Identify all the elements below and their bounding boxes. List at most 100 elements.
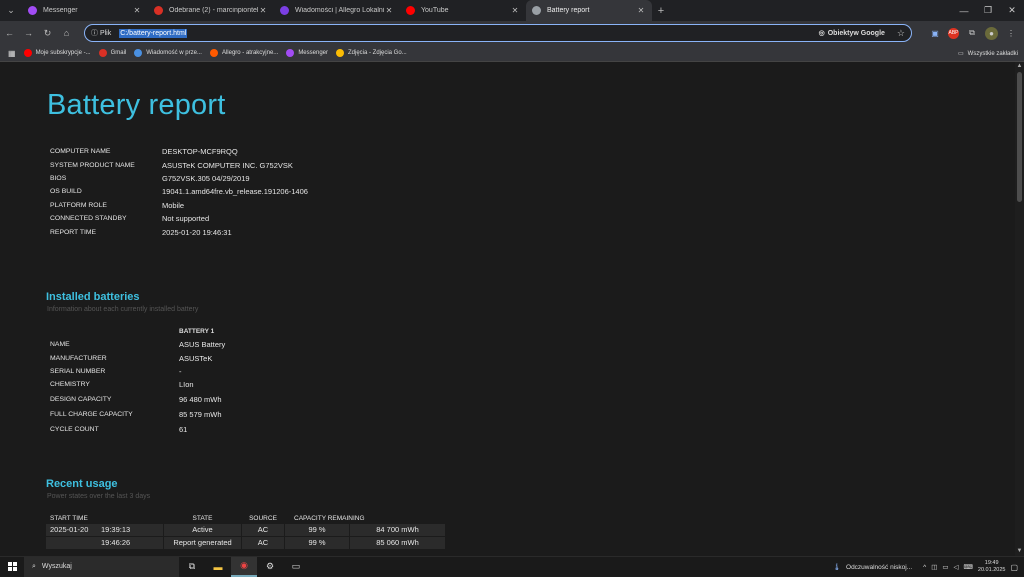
tab-4[interactable]: Battery report ✕: [526, 0, 652, 21]
youtube-icon: [23, 49, 32, 57]
forward-arrow-icon[interactable]: →: [19, 21, 38, 45]
bookmark-label: Zdjęcia - Zdjęcia Go...: [348, 50, 407, 56]
scrollbar-thumb[interactable]: [1017, 72, 1022, 202]
battery-icon[interactable]: ▭: [942, 563, 948, 571]
tab-strip: ⌄ Messenger ✕ Odebrane (2) - marcinpiontek…: [0, 0, 1024, 21]
tab-close-icon[interactable]: ✕: [510, 6, 520, 15]
tab-close-icon[interactable]: ✕: [636, 6, 646, 15]
system-info-value: 2025-01-20 19:46:31: [162, 227, 232, 237]
minimize-icon[interactable]: —: [952, 0, 976, 21]
usage-header-row: START TIME STATE SOURCE CAPACITY REMAINI…: [46, 512, 446, 524]
system-info-value: ASUSTeK COMPUTER INC. G752VSK: [162, 160, 293, 170]
weather-label[interactable]: Odczuwalność niskoj...: [846, 564, 912, 571]
tab-0[interactable]: Messenger ✕: [22, 0, 148, 21]
system-info-key: SYSTEM PRODUCT NAME: [50, 161, 135, 169]
settings-gear-icon[interactable]: ⚙: [257, 557, 283, 577]
bookmark-1[interactable]: Gmail: [98, 49, 127, 57]
task-view-icon[interactable]: ⧉: [179, 557, 205, 577]
battery-row: FULL CHARGE CAPACITY 85 579 mWh: [50, 407, 225, 423]
bookmark-0[interactable]: Moje subskrypcje -...: [23, 49, 91, 57]
bookmark-5[interactable]: Zdjęcia - Zdjęcia Go...: [336, 49, 407, 57]
clock-date: 20.01.2025: [977, 567, 1006, 573]
usage-percent: 99 %: [285, 524, 349, 536]
clock[interactable]: 19:49 20.01.2025: [978, 560, 1006, 574]
translate-icon[interactable]: ▣: [926, 24, 944, 42]
home-icon[interactable]: ⌂: [57, 21, 76, 45]
battery-value: 61: [179, 424, 188, 434]
restore-icon[interactable]: ❐: [976, 0, 1000, 21]
chat-icon: [134, 49, 143, 57]
google-lens-button[interactable]: ◎ Obiektyw Google: [819, 29, 885, 38]
windows-start-icon[interactable]: [0, 557, 24, 577]
gmail-icon: [98, 49, 107, 57]
battery-key: CHEMISTRY: [50, 381, 90, 389]
bookmark-4[interactable]: Messenger: [286, 49, 328, 57]
battery-row: NAME ASUS Battery: [50, 338, 225, 351]
system-info-key: BIOS: [50, 174, 67, 182]
scroll-up-icon[interactable]: ▲: [1015, 62, 1024, 71]
battery-row: CHEMISTRY LIon: [50, 378, 225, 391]
new-tab-button[interactable]: +: [652, 5, 670, 17]
bookmark-2[interactable]: Wiadomość w prze...: [134, 49, 202, 57]
tab-3[interactable]: YouTube ✕: [400, 0, 526, 21]
bookmark-3[interactable]: Allegro - atrakcyjne...: [209, 49, 278, 57]
photos-icon: [336, 49, 344, 57]
bookmark-star-icon[interactable]: ☆: [897, 28, 905, 39]
profile-avatar[interactable]: ●: [985, 26, 998, 40]
file-explorer-icon[interactable]: ▬: [205, 557, 231, 577]
usage-header-capacity: CAPACITY REMAINING: [294, 514, 365, 522]
tab-title: Odebrane (2) - marcinpionteklq: [169, 7, 258, 14]
back-arrow-icon[interactable]: ←: [0, 21, 19, 45]
notifications-icon[interactable]: ▢: [1010, 563, 1018, 572]
tab-1[interactable]: Odebrane (2) - marcinpionteklq ✕: [148, 0, 274, 21]
battery-row: DESIGN CAPACITY 96 480 mWh: [50, 392, 225, 408]
taskbar-search[interactable]: ⌕ Wyszukaj: [24, 556, 179, 577]
system-info-row: OS BUILD 19041.1.amd64fre.vb_release.1912…: [50, 185, 308, 198]
usage-mwh: 84 700 mWh: [350, 524, 445, 536]
apps-grid-icon[interactable]: ▦: [8, 49, 16, 58]
all-bookmarks-button[interactable]: ▭ Wszystkie zakładki: [958, 45, 1018, 62]
battery-value: LIon: [179, 380, 194, 390]
extensions-puzzle-icon[interactable]: ⧉: [963, 24, 981, 42]
url-text[interactable]: C:/battery-report.html: [119, 28, 188, 38]
tab-2[interactable]: Wiadomości | Allegro Lokalnie ✕: [274, 0, 400, 21]
usage-percent: 99 %: [285, 537, 349, 549]
tab-close-icon[interactable]: ✕: [132, 6, 142, 15]
close-window-icon[interactable]: ✕: [1000, 0, 1024, 21]
site-info-chip[interactable]: ⓘ Plik: [91, 28, 111, 38]
page-viewport: Battery report COMPUTER NAME DESKTOP-MCF9…: [0, 62, 1015, 556]
chrome-taskbar-icon[interactable]: ◉: [231, 556, 257, 577]
scroll-down-icon[interactable]: ▼: [1015, 547, 1024, 556]
battery-key: FULL CHARGE CAPACITY: [50, 411, 133, 419]
usage-mwh: 85 060 mWh: [350, 537, 445, 549]
battery-value: 96 480 mWh: [179, 394, 222, 404]
bookmark-label: Gmail: [110, 50, 127, 56]
tab-close-icon[interactable]: ✕: [258, 6, 268, 15]
usage-source: AC: [242, 524, 284, 536]
tab-search-chevron-icon[interactable]: ⌄: [0, 0, 22, 21]
speaker-icon[interactable]: ◁: [954, 563, 959, 571]
bookmark-label: Messenger: [298, 50, 328, 56]
reload-icon[interactable]: ↻: [38, 21, 57, 45]
chrome-menu-icon[interactable]: ⋮: [1002, 24, 1020, 42]
usage-time: 19:39:13: [101, 525, 131, 534]
battery-row: MANUFACTURER ASUSTeK: [50, 351, 225, 364]
page-scrollbar[interactable]: ▲ ▼: [1015, 62, 1024, 556]
tab-close-icon[interactable]: ✕: [384, 6, 394, 15]
usage-row: 2025-01-20 19:39:13 Active AC 99 % 84 700 mWh: [46, 524, 446, 537]
toolbar-extensions: ▣ ABP ⧉ ● ⋮: [926, 21, 1020, 45]
terminal-icon[interactable]: ▭: [283, 557, 309, 577]
globe-icon: [532, 6, 541, 15]
network-icon[interactable]: ◫: [931, 563, 937, 571]
messenger-icon: [286, 49, 295, 57]
battery-key: DESIGN CAPACITY: [50, 395, 112, 403]
language-icon[interactable]: ⌨: [964, 563, 973, 571]
recent-usage-subtitle: Power states over the last 3 days: [47, 493, 151, 500]
adblock-icon[interactable]: ABP: [948, 27, 959, 39]
address-bar[interactable]: ⓘ Plik C:/battery-report.html ◎ Obiektyw …: [84, 24, 912, 42]
tray-chevron-icon[interactable]: ^: [923, 564, 926, 571]
system-info-row: BIOS G752VSK.305 04/29/2019: [50, 172, 308, 185]
youtube-icon: [406, 6, 415, 15]
windows-taskbar: ⌕ Wyszukaj ⧉ ▬ ◉ ⚙ ▭ 🌡 Odczuwalność nisk…: [0, 556, 1024, 577]
battery-value: -: [179, 366, 182, 376]
